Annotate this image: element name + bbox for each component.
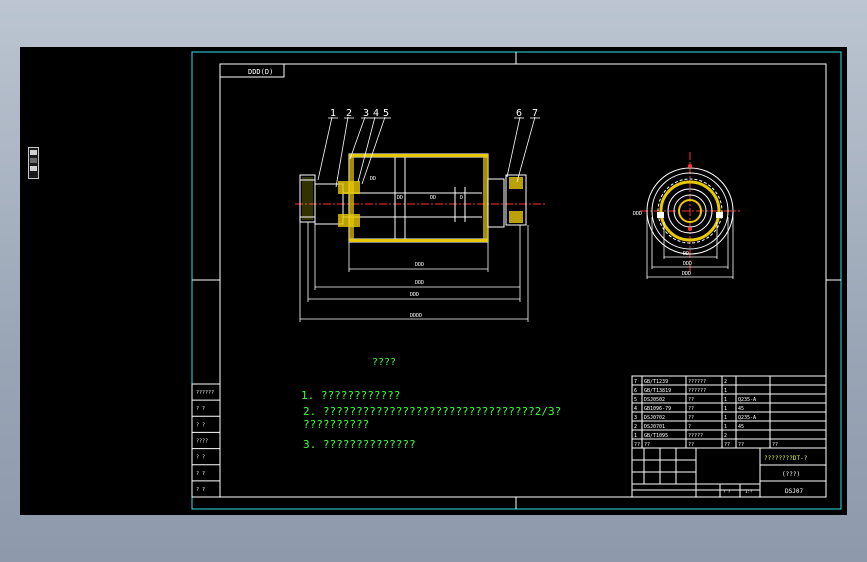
- dim-text-r3: DDD: [682, 271, 691, 277]
- part-number-label: 1: [330, 108, 336, 119]
- title-block-subtitle: (???): [782, 471, 800, 478]
- bom-cell: 1: [634, 433, 637, 439]
- part-number-label: 2: [346, 108, 352, 119]
- left-strip-cell: ??????: [196, 390, 214, 396]
- title-tab: DDD(D): [248, 68, 273, 76]
- part-number-label: 5: [383, 108, 389, 119]
- bom-cell: ?: [688, 424, 691, 430]
- dim-text-b: DDD: [415, 280, 424, 286]
- dim-text-v1: DD: [370, 176, 376, 182]
- bom-cell: GB1096-79: [644, 406, 671, 412]
- dim-text-r1: DD: [683, 251, 689, 257]
- bom-cell: 1: [724, 424, 727, 430]
- dim-text-v4: D: [460, 195, 463, 201]
- notes-title: ????: [372, 357, 396, 368]
- technical-note-line: 2. ????????????????????????????????2/3?: [303, 405, 561, 418]
- bom-header-cell: ??: [738, 442, 744, 448]
- left-strip-cell: ????: [196, 439, 208, 445]
- bom-cell: ??????: [688, 388, 706, 394]
- bom-cell: DSJ0702: [644, 415, 665, 421]
- bom-header-cell: ??: [644, 442, 650, 448]
- cad-viewport[interactable]: DDD(D) ??????? ?? ?????? ?? ?? ? 1 2 3 4…: [20, 47, 847, 515]
- dim-text-v2: DD: [397, 195, 403, 201]
- bom-table: 7 GB/T1239?????? 2 6 GB/T13819?????? 1 5 DSJ050…: [631, 375, 827, 449]
- technical-notes: 1. ???????????? 2. ??????????????????????…: [301, 389, 561, 451]
- bom-cell: 1: [724, 388, 727, 394]
- bom-header-cell: ??: [724, 442, 730, 448]
- left-strip-cell: ? ?: [196, 487, 205, 493]
- bom-cell: ??: [688, 397, 694, 403]
- bom-cell: 1: [724, 406, 727, 412]
- left-strip-cell: ? ?: [196, 406, 205, 412]
- bom-cell: DSJ0701: [644, 424, 665, 430]
- bom-cell: GB/T1095: [644, 433, 668, 439]
- bom-cell: 6: [634, 388, 637, 394]
- title-block-drawing-no: DSJ07: [785, 488, 803, 495]
- bom-cell: DSJ0502: [644, 397, 665, 403]
- bom-cell: Q235-A: [738, 415, 756, 421]
- bom-cell: ?????: [688, 433, 703, 439]
- dim-text-r4: DDD: [633, 211, 642, 217]
- bom-cell: GB/T1239: [644, 379, 668, 385]
- technical-note-line: 3. ??????????????: [303, 438, 416, 451]
- bom-cell: 45: [738, 406, 744, 412]
- left-strip-cell: ? ?: [196, 455, 205, 461]
- bom-header-cell: ??: [772, 442, 778, 448]
- dim-text-v3: DD: [430, 195, 436, 201]
- bom-cell: Q235-A: [738, 397, 756, 403]
- sheet-outer-border: [191, 51, 842, 510]
- bom-cell: 2: [724, 379, 727, 385]
- centering-marks: [192, 52, 841, 509]
- bom-cell: 2: [724, 433, 727, 439]
- bom-cell: 5: [634, 397, 637, 403]
- dim-text-r2: DDD: [683, 261, 692, 267]
- title-block: ????????DT-? (???) DSJ07 1:? ? ?: [631, 447, 827, 498]
- dim-text-d: DDDD: [410, 313, 422, 319]
- left-strip-cell: ? ?: [196, 471, 205, 477]
- title-block-title: ????????DT-?: [764, 455, 808, 462]
- bom-cell: 45: [738, 424, 744, 430]
- part-number-label: 3: [363, 108, 369, 119]
- bom-cell: 1: [724, 415, 727, 421]
- bom-cell: 2: [634, 424, 637, 430]
- cad-drawing: DDD(D) ??????? ?? ?????? ?? ?? ? 1 2 3 4…: [191, 51, 842, 510]
- title-block-sheet: ? ?: [723, 489, 731, 494]
- part-number-label: 7: [532, 108, 538, 119]
- bom-cell: ??????: [688, 379, 706, 385]
- bom-cell: ??: [688, 406, 694, 412]
- part-number-label: 4: [373, 108, 379, 119]
- dim-text-a: DDD: [415, 262, 424, 268]
- bom-header-cell: ??: [688, 442, 694, 448]
- left-strip: ?????? ? ? ? ????? ? ? ? ? ? ?: [191, 383, 221, 498]
- sheet-inner-frame: [219, 63, 827, 498]
- title-block-scale: 1:?: [745, 489, 753, 494]
- part-number-label: 6: [516, 108, 522, 119]
- part-number-labels: 12345 67: [328, 108, 540, 119]
- bom-cell: 7: [634, 379, 637, 385]
- technical-note-line: 1. ????????????: [301, 389, 400, 402]
- bom-cell: 1: [724, 397, 727, 403]
- bom-cell: ??: [688, 415, 694, 421]
- dim-text-c: DDD: [410, 292, 419, 298]
- bom-cell: GB/T13819: [644, 388, 671, 394]
- left-strip-cell: ? ?: [196, 422, 205, 428]
- roller-end-view: DD DDD DDD DDD: [633, 152, 740, 279]
- bom-cell: 4: [634, 406, 637, 412]
- roller-side-view: [295, 116, 545, 322]
- bom-cell: 3: [634, 415, 637, 421]
- bom-header-cell: ??: [634, 442, 640, 448]
- technical-note-line: ??????????: [303, 418, 369, 431]
